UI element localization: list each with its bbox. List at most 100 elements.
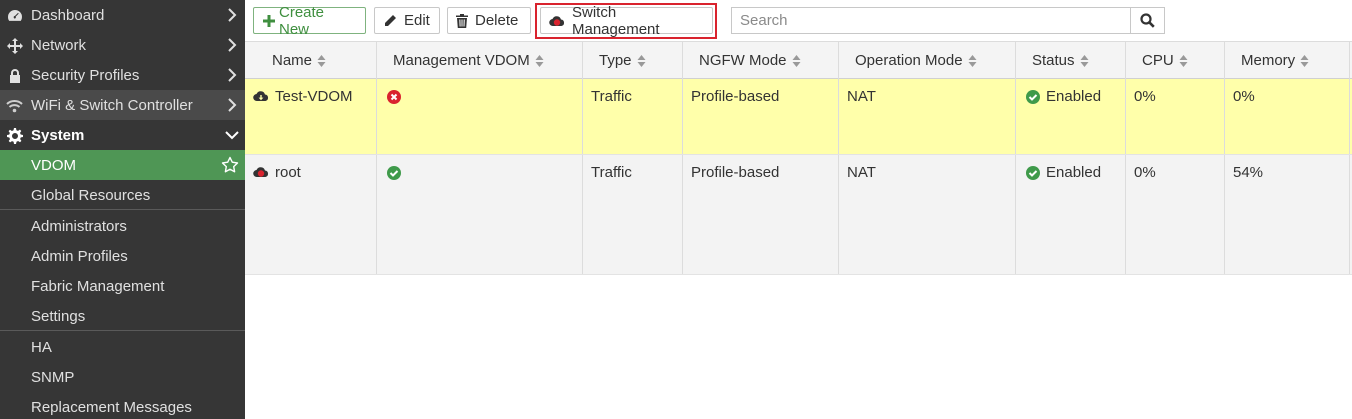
search-box bbox=[731, 7, 1165, 34]
table-row[interactable]: Test-VDOM Traffic Profile-based NAT Enab… bbox=[245, 79, 1352, 155]
sidebar-divider bbox=[0, 209, 245, 210]
column-header-cpu[interactable]: CPU bbox=[1126, 42, 1225, 79]
plus-icon bbox=[263, 14, 275, 27]
edit-button[interactable]: Edit bbox=[374, 7, 440, 34]
sidebar-item-dashboard[interactable]: Dashboard bbox=[0, 0, 245, 30]
cell-ngfw-mode: Profile-based bbox=[683, 79, 839, 154]
cell-cpu: 0% bbox=[1126, 79, 1225, 154]
ngfw-value: Profile-based bbox=[691, 164, 780, 181]
cell-management-vdom bbox=[377, 79, 583, 154]
cell-name: root bbox=[245, 155, 377, 274]
sort-icon bbox=[317, 54, 326, 67]
sidebar-item-label: Network bbox=[31, 36, 87, 54]
column-header-ngfw-mode[interactable]: NGFW Mode bbox=[683, 42, 839, 79]
sort-icon bbox=[1300, 54, 1309, 67]
column-label: Name bbox=[272, 52, 313, 69]
sidebar-item-label: Fabric Management bbox=[31, 277, 165, 295]
cell-name: Test-VDOM bbox=[245, 79, 377, 154]
cell-memory: 54% bbox=[1225, 155, 1350, 274]
sort-icon bbox=[792, 54, 801, 67]
sidebar-item-settings[interactable]: Settings bbox=[0, 301, 245, 331]
column-header-management-vdom[interactable]: Management VDOM bbox=[377, 42, 583, 79]
sidebar-item-label: VDOM bbox=[31, 156, 76, 174]
search-input[interactable] bbox=[732, 8, 1130, 33]
pencil-icon bbox=[385, 14, 396, 26]
column-header-name[interactable]: Name bbox=[245, 42, 377, 79]
sidebar-item-label: HA bbox=[31, 338, 52, 356]
table-row[interactable]: root Traffic Profile-based NAT Enabled 0… bbox=[245, 155, 1352, 275]
cpu-value: 0% bbox=[1134, 88, 1156, 105]
sidebar-item-label: Security Profiles bbox=[31, 66, 140, 84]
sidebar-item-label: System bbox=[31, 126, 85, 144]
chevron-right-icon bbox=[228, 68, 237, 82]
search-icon bbox=[1140, 13, 1155, 28]
sort-icon bbox=[1179, 54, 1188, 67]
check-circle-icon bbox=[1026, 90, 1040, 104]
cell-cpu: 0% bbox=[1126, 155, 1225, 274]
sidebar-item-system[interactable]: System bbox=[0, 120, 245, 150]
sort-icon bbox=[637, 54, 646, 67]
vdom-name: Test-VDOM bbox=[275, 88, 353, 105]
chevron-right-icon bbox=[228, 38, 237, 52]
delete-button[interactable]: Delete bbox=[447, 7, 531, 34]
sidebar-item-snmp[interactable]: SNMP bbox=[0, 362, 245, 392]
sidebar-item-label: Administrators bbox=[31, 217, 127, 235]
opmode-value: NAT bbox=[847, 88, 876, 105]
sidebar-item-vdom[interactable]: VDOM bbox=[0, 150, 245, 180]
ngfw-value: Profile-based bbox=[691, 88, 780, 105]
sidebar-item-wifi-switch-controller[interactable]: WiFi & Switch Controller bbox=[0, 90, 245, 120]
star-icon[interactable] bbox=[221, 156, 239, 174]
sort-icon bbox=[535, 54, 544, 67]
memory-value: 0% bbox=[1233, 88, 1255, 105]
search-button[interactable] bbox=[1130, 8, 1164, 33]
sidebar-item-label: WiFi & Switch Controller bbox=[31, 96, 193, 114]
highlight-box bbox=[535, 3, 717, 39]
sidebar-item-label: Replacement Messages bbox=[31, 398, 192, 416]
sidebar-item-security-profiles[interactable]: Security Profiles bbox=[0, 60, 245, 90]
sort-icon bbox=[1080, 54, 1089, 67]
opmode-value: NAT bbox=[847, 164, 876, 181]
create-new-label: Create New bbox=[279, 3, 325, 38]
sidebar-item-global-resources[interactable]: Global Resources bbox=[0, 180, 245, 210]
cell-type: Traffic bbox=[583, 155, 683, 274]
chevron-right-icon bbox=[228, 98, 237, 112]
sidebar-item-network[interactable]: Network bbox=[0, 30, 245, 60]
column-header-operation-mode[interactable]: Operation Mode bbox=[839, 42, 1016, 79]
sidebar-item-label: SNMP bbox=[31, 368, 75, 386]
column-label: NGFW Mode bbox=[699, 52, 787, 69]
sidebar-item-ha[interactable]: HA bbox=[0, 332, 245, 362]
column-header-memory[interactable]: Memory bbox=[1225, 42, 1350, 79]
trash-icon bbox=[456, 13, 468, 28]
dashboard-icon bbox=[6, 7, 23, 24]
gear-icon bbox=[6, 127, 23, 144]
cell-memory: 0% bbox=[1225, 79, 1350, 154]
vdom-name: root bbox=[275, 164, 301, 181]
check-circle-icon bbox=[387, 166, 401, 180]
status-value: Enabled bbox=[1046, 88, 1102, 105]
wifi-icon bbox=[6, 97, 23, 114]
sidebar-item-replacement-messages[interactable]: Replacement Messages bbox=[0, 392, 245, 419]
memory-value: 54% bbox=[1233, 164, 1264, 181]
check-circle-icon bbox=[1026, 166, 1040, 180]
chevron-right-icon bbox=[228, 8, 237, 22]
column-label: Memory bbox=[1241, 52, 1296, 69]
table-header: Name Management VDOM Type NGFW Mode Oper… bbox=[245, 41, 1352, 79]
type-value: Traffic bbox=[591, 88, 632, 105]
error-x-icon bbox=[387, 90, 401, 104]
create-new-button[interactable]: Create New bbox=[253, 4, 366, 38]
column-label: Status bbox=[1032, 52, 1075, 69]
sidebar-item-fabric-management[interactable]: Fabric Management bbox=[0, 271, 245, 301]
column-header-type[interactable]: Type bbox=[583, 42, 683, 79]
cloud-icon bbox=[253, 91, 269, 102]
edit-label: Edit bbox=[404, 12, 430, 29]
sidebar-item-admin-profiles[interactable]: Admin Profiles bbox=[0, 241, 245, 271]
lock-icon bbox=[6, 67, 23, 84]
column-label: Management VDOM bbox=[393, 52, 530, 69]
network-arrows-icon bbox=[6, 37, 23, 54]
type-value: Traffic bbox=[591, 164, 632, 181]
sidebar-item-label: Settings bbox=[31, 307, 86, 325]
sort-icon bbox=[968, 54, 977, 67]
column-header-status[interactable]: Status bbox=[1016, 42, 1126, 79]
cell-status: Enabled bbox=[1016, 155, 1126, 274]
sidebar-item-administrators[interactable]: Administrators bbox=[0, 211, 245, 241]
